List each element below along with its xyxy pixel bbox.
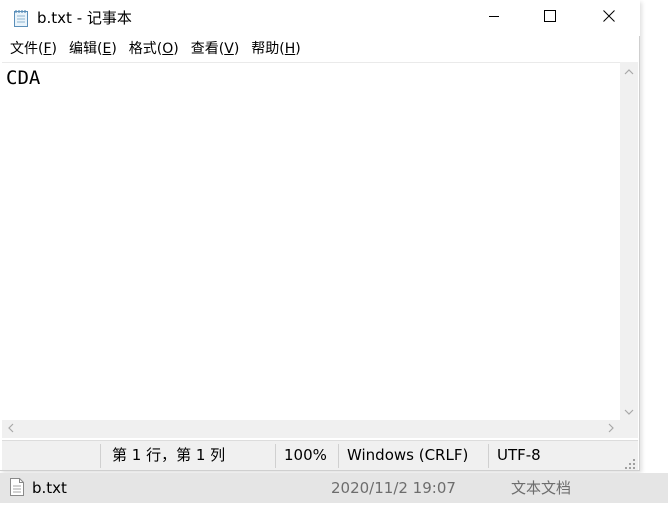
- notepad-icon: [13, 9, 30, 28]
- menu-file[interactable]: 文件(F): [4, 39, 63, 59]
- editor-content[interactable]: CDA: [6, 67, 40, 89]
- status-bar: 第 1 行，第 1 列 100% Windows (CRLF) UTF-8: [2, 440, 638, 470]
- scroll-up-button[interactable]: [620, 62, 638, 80]
- resize-grip-icon[interactable]: [624, 456, 636, 469]
- status-divider: [488, 444, 489, 468]
- status-divider: [275, 444, 276, 468]
- maximize-button[interactable]: [521, 0, 579, 36]
- status-divider: [338, 444, 339, 468]
- status-divider: [100, 444, 101, 468]
- text-file-icon: [10, 478, 24, 496]
- window-title: b.txt - 记事本: [37, 9, 132, 27]
- explorer-file-row[interactable]: b.txt 2020/11/2 19:07 文本文档: [0, 473, 668, 503]
- zoom-level: 100%: [284, 446, 327, 464]
- scroll-down-button[interactable]: [620, 402, 638, 420]
- text-editor[interactable]: CDA: [2, 62, 620, 420]
- chevron-down-icon: [624, 403, 634, 419]
- horizontal-scrollbar[interactable]: [2, 420, 620, 438]
- menu-bar: 文件(F) 编辑(E) 格式(O) 查看(V) 帮助(H): [0, 37, 640, 61]
- line-ending: Windows (CRLF): [347, 446, 469, 464]
- menu-help[interactable]: 帮助(H): [245, 39, 306, 59]
- menu-view[interactable]: 查看(V): [185, 39, 246, 59]
- file-name: b.txt: [32, 479, 67, 497]
- title-bar[interactable]: b.txt - 记事本: [0, 0, 640, 36]
- file-modified-date: 2020/11/2 19:07: [331, 479, 456, 497]
- menu-format[interactable]: 格式(O): [123, 39, 185, 59]
- encoding: UTF-8: [497, 446, 541, 464]
- chevron-left-icon: [8, 421, 14, 437]
- cursor-position: 第 1 行，第 1 列: [112, 446, 226, 464]
- minimize-icon: [488, 10, 500, 26]
- chevron-right-icon: [608, 421, 614, 437]
- scroll-left-button[interactable]: [2, 420, 20, 438]
- minimize-button[interactable]: [465, 0, 523, 36]
- maximize-icon: [544, 10, 556, 26]
- file-type: 文本文档: [511, 479, 572, 497]
- close-button[interactable]: [580, 0, 638, 36]
- vertical-scrollbar[interactable]: [620, 62, 638, 420]
- notepad-window: b.txt - 记事本 文件(F) 编辑(E) 格式(O) 查看(V) 帮助(H…: [0, 0, 640, 471]
- scrollbar-corner: [620, 420, 638, 438]
- chevron-up-icon: [624, 63, 634, 79]
- scroll-right-button[interactable]: [602, 420, 620, 438]
- close-icon: [603, 10, 615, 26]
- menu-edit[interactable]: 编辑(E): [63, 39, 123, 59]
